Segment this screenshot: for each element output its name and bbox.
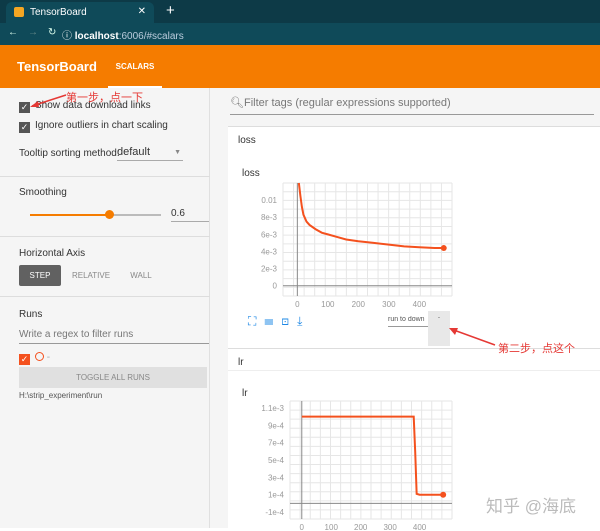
toggle-y-log-icon[interactable]: ☰ — [264, 314, 281, 328]
x-tick-label: 200 — [354, 523, 368, 531]
sidebar: ✓ Show data download links ✓ Ignore outlie… — [0, 88, 210, 528]
dropdown-dot: . — [437, 311, 441, 320]
smoothing-input[interactable]: 0.6 — [171, 208, 209, 222]
smoothing-label: Smoothing — [19, 187, 67, 198]
toggle-all-runs-button[interactable]: TOGGLE ALL RUNS — [19, 367, 207, 388]
x-tick-label: 0 — [300, 523, 305, 531]
run-item[interactable]: ✓ - — [19, 352, 50, 365]
divider — [0, 176, 210, 177]
app-header: TensorBoard SCALARS — [0, 45, 600, 88]
y-tick-label: 3e-4 — [268, 473, 285, 482]
last-point-marker — [440, 491, 447, 498]
browser-tab-bar: TensorBoard ✕ + — [0, 0, 600, 23]
x-tick-label: 300 — [382, 300, 396, 309]
tooltip-sorting-select[interactable]: default ▼ — [117, 146, 183, 161]
brand-title: TensorBoard — [17, 59, 97, 74]
divider — [0, 236, 210, 237]
browser-tab[interactable]: TensorBoard ✕ — [6, 2, 154, 23]
annotation-step1: 第一步，点一下 — [66, 92, 143, 104]
group-title: loss — [238, 135, 256, 146]
dropdown-arrow-icon: ▼ — [174, 149, 181, 156]
y-tick-label: 1.1e-3 — [261, 404, 284, 413]
step-button[interactable]: STEP — [19, 265, 61, 286]
tooltip-sorting-label: Tooltip sorting method: — [19, 148, 120, 159]
download-icon[interactable]: ⤓ — [297, 314, 310, 328]
search-icon: 🔍︎ — [230, 97, 244, 109]
chart-toolbar: ⛶☰⊡⤓ — [248, 314, 310, 329]
x-tick-label: 400 — [413, 523, 427, 531]
url-input[interactable]: ⓘ localhost:6006/#scalars — [62, 27, 184, 42]
x-tick-label: 200 — [352, 300, 366, 309]
annotation-arrow-2 — [449, 328, 496, 346]
annotation-step2: 第二步，点这个 — [498, 343, 575, 355]
select-value: default — [117, 146, 151, 158]
address-bar: ← → ↻ ⓘ localhost:6006/#scalars — [0, 23, 600, 45]
loss-group-header[interactable]: loss — [228, 126, 600, 148]
tab-title: TensorBoard — [30, 7, 87, 18]
y-tick-label: 1e-4 — [268, 491, 285, 500]
x-tick-label: 0 — [295, 300, 300, 309]
url-host: localhost — [74, 31, 119, 42]
annotation-arrow-1 — [30, 94, 67, 107]
series-line — [297, 182, 444, 250]
y-tick-label: -1e-4 — [265, 508, 284, 517]
tensorboard-favicon-icon — [14, 7, 24, 17]
runs-filter-input[interactable]: Write a regex to filter runs — [19, 329, 209, 344]
run-download-select[interactable]: run to down — [388, 316, 428, 327]
checkbox-icon: ✓ — [19, 122, 30, 133]
run-name: - — [46, 352, 51, 363]
reload-icon[interactable]: ↻ — [48, 27, 56, 38]
new-tab-button[interactable]: + — [166, 2, 175, 19]
divider — [0, 296, 210, 297]
ignore-outliers-checkbox[interactable]: ✓ Ignore outliers in chart scaling — [19, 120, 168, 133]
horizontal-axis-label: Horizontal Axis — [19, 248, 86, 259]
smoothing-slider[interactable] — [30, 210, 161, 219]
forward-icon[interactable]: → — [28, 27, 38, 38]
x-tick-label: 100 — [325, 523, 339, 531]
x-tick-label: 300 — [383, 523, 397, 531]
x-tick-label: 100 — [321, 300, 335, 309]
y-tick-label: 9e-4 — [268, 421, 285, 430]
tab-scalars[interactable]: SCALARS — [108, 45, 162, 88]
url-path: :6006/#scalars — [118, 31, 184, 42]
y-tick-label: 0 — [273, 282, 278, 291]
y-tick-label: 7e-4 — [268, 439, 285, 448]
fullscreen-icon[interactable]: ⛶ — [248, 314, 264, 328]
wall-button[interactable]: WALL — [122, 271, 160, 280]
logdir-path: H:\strip_experiment\run — [19, 391, 103, 400]
group-title: lr — [238, 357, 244, 368]
search-placeholder: Filter tags (regular expressions support… — [244, 97, 451, 109]
checkbox-label: Ignore outliers in chart scaling — [35, 120, 168, 131]
run-color-circle-icon — [35, 352, 44, 361]
y-tick-label: 2e-3 — [261, 265, 278, 274]
last-point-marker — [440, 245, 447, 252]
main-panel: 🔍︎ Filter tags (regular expressions suppo… — [210, 88, 600, 531]
loss-chart-card: loss 0 100 200 300 400 0 2e-3 4e-3 6e-3 8e-3 0.01 … — [228, 148, 600, 348]
filter-tags-input[interactable]: 🔍︎ Filter tags (regular expressions suppo… — [230, 97, 594, 115]
runs-label: Runs — [19, 309, 43, 320]
back-icon[interactable]: ← — [8, 27, 18, 38]
watermark: 知乎 @海底 — [486, 497, 576, 516]
x-tick-label: 400 — [413, 300, 427, 309]
y-tick-label: 6e-3 — [261, 230, 278, 239]
fit-domain-icon[interactable]: ⊡ — [281, 314, 297, 328]
y-tick-label: 4e-3 — [261, 247, 278, 256]
y-tick-label: 0.01 — [261, 196, 277, 205]
y-tick-label: 8e-3 — [261, 213, 278, 222]
y-tick-label: 5e-4 — [268, 456, 285, 465]
relative-button[interactable]: RELATIVE — [66, 271, 116, 280]
run-checkbox-icon: ✓ — [19, 354, 30, 365]
close-tab-icon[interactable]: ✕ — [138, 6, 146, 17]
